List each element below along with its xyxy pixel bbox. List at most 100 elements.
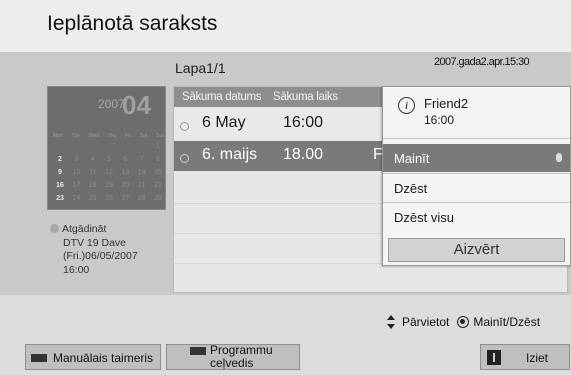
calendar-week: 9 10 11 12 13 14 15 xyxy=(53,169,165,176)
calendar-day: 28 xyxy=(137,195,146,202)
calendar-day xyxy=(69,143,83,150)
info-icon: i xyxy=(398,97,415,114)
calendar-day: 29 xyxy=(154,195,162,202)
reminder-icon xyxy=(50,224,59,233)
calendar-day: 4 xyxy=(90,156,95,163)
calendar-day: 8 xyxy=(156,156,160,163)
row-divider xyxy=(174,233,383,234)
calendar-weekdays: Mon Tue Wed Thu Fri Sat Sun xyxy=(53,133,165,139)
calendar-day: 9 xyxy=(58,169,62,176)
calendar-day xyxy=(135,143,149,150)
reminder-info: Atgādināt DTV 19 Dave (Fri.)06/05/2007 1… xyxy=(50,223,138,277)
navigation-hint: Pārvietot Mainīt/Dzēst xyxy=(387,314,540,330)
item-date: 6 May xyxy=(202,114,246,131)
calendar-day: 26 xyxy=(105,195,113,202)
calendar-year: 2007 xyxy=(98,97,125,111)
list-header: Sākuma datums Sākuma laiks xyxy=(174,87,383,107)
weekday-label: Tue xyxy=(71,133,80,139)
calendar-day: 16 xyxy=(56,182,64,189)
menu-item-delete-all[interactable]: Dzēst visu xyxy=(383,203,570,231)
calendar-day: 1 xyxy=(156,143,160,150)
reminder-date: (Fri.)06/05/2007 xyxy=(63,250,138,262)
calendar-day: 22 xyxy=(154,182,162,189)
weekday-label: Fri xyxy=(125,133,131,139)
program-guide-label: Programmu ceļvedis xyxy=(210,343,273,370)
mouse-pointer-icon xyxy=(556,153,562,162)
column-start-time: Sākuma laiks xyxy=(273,91,338,103)
menu-item-label: Mainīt xyxy=(394,151,430,166)
clock-icon xyxy=(180,122,189,131)
program-time: 16:00 xyxy=(424,113,455,127)
calendar-day: 27 xyxy=(121,195,130,202)
row-divider xyxy=(174,263,383,264)
calendar-day xyxy=(86,143,100,150)
reminder-label: Atgādināt xyxy=(62,223,107,235)
program-guide-button[interactable]: Programmu ceļvedis xyxy=(166,344,300,370)
manual-timer-button[interactable]: Manuālais taimeris xyxy=(25,344,161,370)
item-date: 6. maijs xyxy=(202,146,258,163)
title-bar: Ieplānotā saraksts xyxy=(0,0,571,52)
current-datetime: 2007.gada2.apr.15:30 xyxy=(434,56,530,68)
exit-label: Iziet xyxy=(526,351,549,365)
calendar-day: 13 xyxy=(121,169,130,176)
clock-icon xyxy=(180,154,189,163)
calendar-day: 5 xyxy=(107,156,111,163)
page-indicator: Lapa1/1 xyxy=(175,60,226,76)
color-key-icon xyxy=(190,347,206,355)
calendar-day: 14 xyxy=(137,169,146,176)
up-down-arrows-icon xyxy=(387,314,396,330)
color-key-icon xyxy=(31,354,47,362)
exit-button[interactable]: Iziet xyxy=(480,344,570,370)
calendar-day: 24 xyxy=(72,195,81,202)
calendar-day: 3 xyxy=(74,156,79,163)
manual-timer-label: Manuālais taimeris xyxy=(53,351,154,365)
weekday-label: Wed xyxy=(88,133,99,139)
calendar-day: 17 xyxy=(72,182,81,189)
list-item-selected[interactable]: 6. maijs 18.00 F xyxy=(174,141,383,171)
divider xyxy=(383,138,570,139)
weekday-label: Sat xyxy=(139,133,148,139)
calendar-week: 16 17 18 19 20 21 22 xyxy=(53,182,165,189)
calendar-day xyxy=(102,143,116,150)
calendar-day: 11 xyxy=(89,169,97,176)
row-divider xyxy=(174,203,383,204)
calendar-day: 12 xyxy=(105,169,113,176)
calendar-day: 10 xyxy=(72,169,81,176)
item-time: 18.00 xyxy=(283,146,324,163)
calendar: 2007 04 Mon Tue Wed Thu Fri Sat Sun 1234… xyxy=(47,86,166,210)
calendar-month: 04 xyxy=(122,90,151,120)
calendar-day: 2 xyxy=(58,156,62,163)
calendar-day: 6 xyxy=(123,156,128,163)
calendar-day: 25 xyxy=(88,195,97,202)
menu-item-delete[interactable]: Dzēst xyxy=(383,174,570,202)
calendar-day xyxy=(118,143,132,150)
action-hint: Mainīt/Dzēst xyxy=(473,315,541,329)
calendar-day: 19 xyxy=(105,182,113,189)
weekday-label: Thu xyxy=(107,133,117,139)
calendar-week: 1 xyxy=(53,143,165,150)
weekday-label: Sun xyxy=(156,133,165,139)
column-start-date: Sākuma datums xyxy=(182,91,262,103)
weekday-label: Mon xyxy=(53,133,63,139)
program-name: Friend2 xyxy=(424,96,469,111)
reminder-time: 16:00 xyxy=(63,263,90,276)
menu-item-edit[interactable]: Mainīt xyxy=(383,144,570,172)
options-popup: i Friend2 16:00 Mainīt Dzēst Dzēst visu … xyxy=(382,86,571,266)
calendar-week: 23 24 25 26 27 28 29 xyxy=(53,195,165,202)
calendar-day: 20 xyxy=(121,182,130,189)
calendar-day: 7 xyxy=(139,156,144,163)
list-item[interactable]: 6 May 16:00 xyxy=(174,109,383,139)
calendar-day: 18 xyxy=(88,182,97,189)
calendar-day: 21 xyxy=(137,182,146,189)
calendar-week: 2 3 4 5 6 7 8 xyxy=(53,156,165,163)
page-title: Ieplānotā saraksts xyxy=(47,12,218,35)
reminder-channel: DTV 19 Dave xyxy=(63,236,127,249)
close-button[interactable]: Aizvērt xyxy=(388,238,565,262)
ok-button-icon xyxy=(457,316,470,328)
exit-icon xyxy=(487,350,501,365)
move-hint: Pārvietot xyxy=(402,315,450,329)
calendar-day: 23 xyxy=(56,195,64,202)
calendar-day: 15 xyxy=(154,169,162,176)
calendar-day xyxy=(53,143,67,150)
item-time: 16:00 xyxy=(283,114,324,131)
